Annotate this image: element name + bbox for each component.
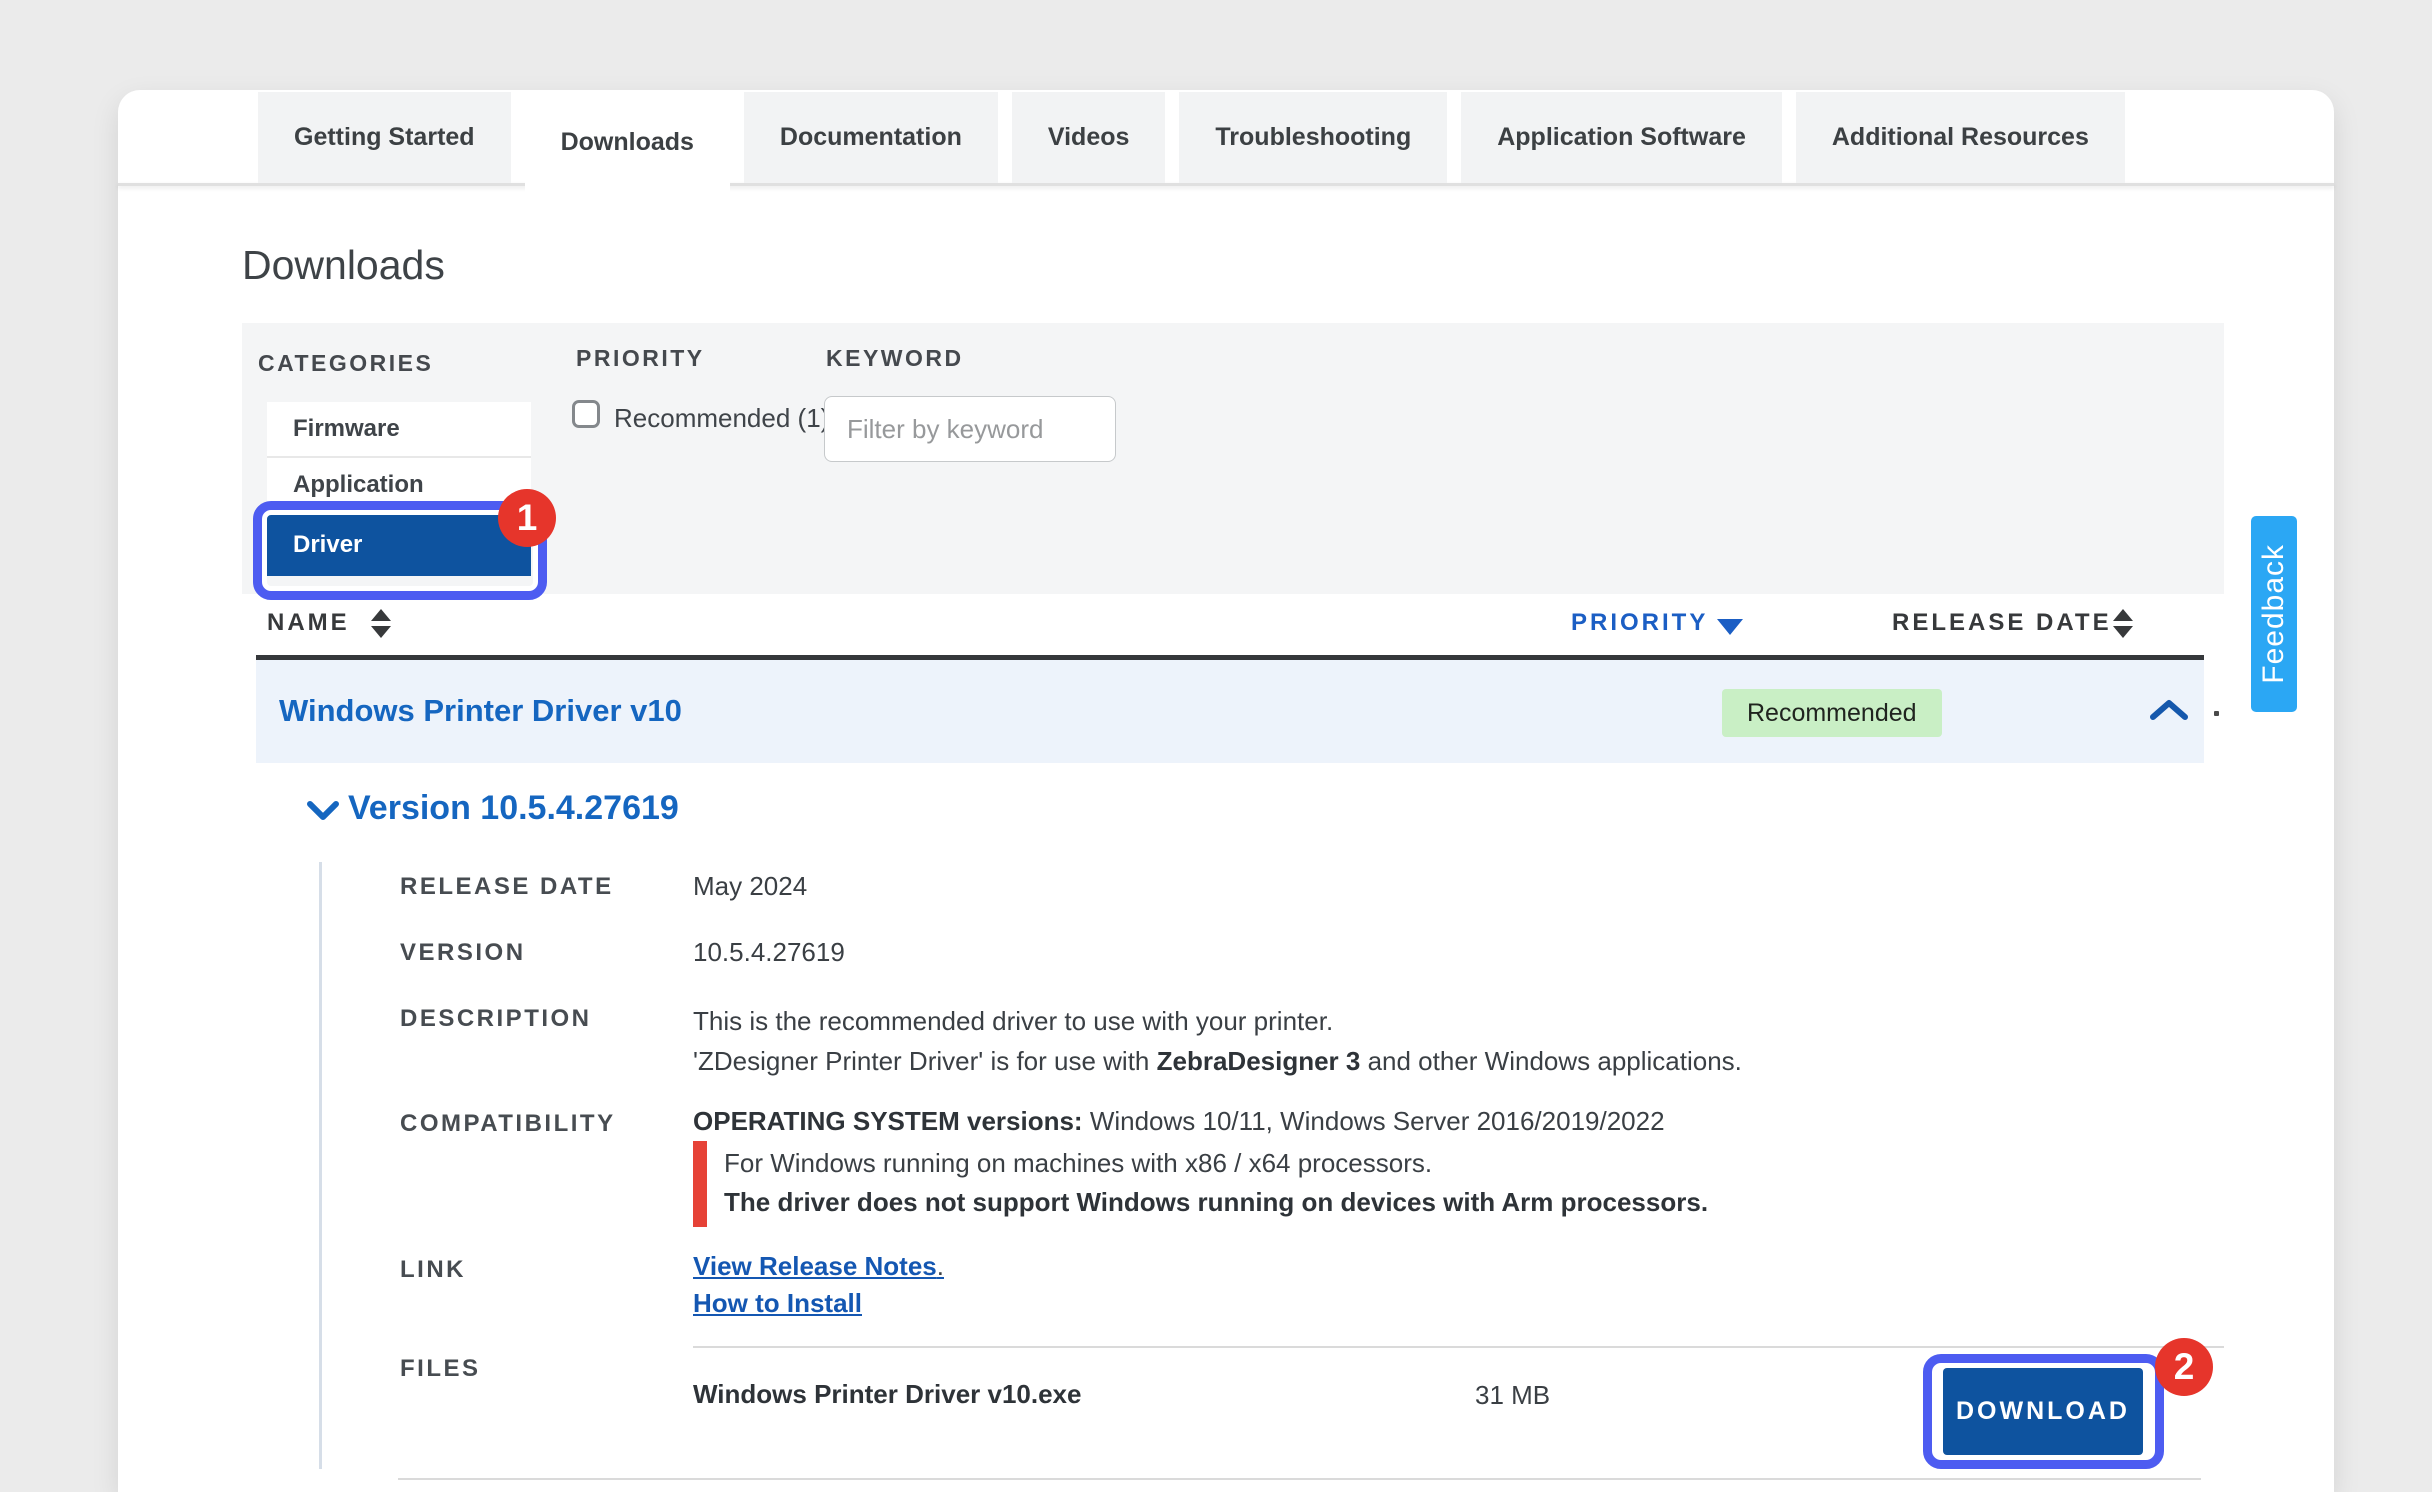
driver-row-title-link[interactable]: Windows Printer Driver v10 bbox=[279, 693, 682, 729]
recommended-badge: Recommended bbox=[1722, 689, 1942, 737]
architecture-note: For Windows running on machines with x86… bbox=[693, 1141, 1793, 1227]
name-sort-icon[interactable] bbox=[371, 609, 391, 638]
feedback-tab[interactable]: Feedback bbox=[2251, 516, 2297, 712]
version-value: 10.5.4.27619 bbox=[693, 937, 845, 968]
annotation-step-2-badge: 2 bbox=[2155, 1338, 2213, 1396]
page-title: Downloads bbox=[242, 242, 445, 289]
column-header-priority[interactable]: PRIORITY bbox=[1571, 609, 1708, 637]
files-section-divider bbox=[693, 1346, 2224, 1348]
architecture-note-line-2: The driver does not support Windows runn… bbox=[724, 1183, 1793, 1222]
collapse-chevron-up-icon[interactable] bbox=[2149, 698, 2189, 722]
category-item-driver[interactable]: Driver bbox=[267, 514, 531, 576]
files-field-label: FILES bbox=[400, 1355, 481, 1383]
sort-down-arrow-icon bbox=[2113, 626, 2133, 638]
file-name: Windows Printer Driver v10.exe bbox=[693, 1379, 1081, 1410]
release-date-sort-icon[interactable] bbox=[2113, 609, 2133, 638]
tab-documentation[interactable]: Documentation bbox=[744, 92, 998, 183]
version-chevron-down-icon[interactable] bbox=[306, 800, 340, 821]
priority-label: PRIORITY bbox=[576, 345, 705, 372]
view-release-notes-link[interactable]: View Release Notes. bbox=[693, 1251, 944, 1282]
compatibility-field-label: COMPATIBILITY bbox=[400, 1110, 616, 1138]
feedback-tab-label: Feedback bbox=[2257, 544, 2291, 684]
category-item-firmware[interactable]: Firmware bbox=[267, 402, 531, 458]
content-card: Getting Started Downloads Documentation … bbox=[118, 90, 2334, 1492]
version-section-rule bbox=[319, 862, 322, 1469]
description-line-2: 'ZDesigner Printer Driver' is for use wi… bbox=[693, 1041, 1742, 1081]
description-line-1: This is the recommended driver to use wi… bbox=[693, 1001, 1742, 1041]
sort-up-arrow-icon bbox=[371, 609, 391, 621]
download-button[interactable]: DOWNLOAD bbox=[1943, 1368, 2143, 1455]
how-to-install-link[interactable]: How to Install bbox=[693, 1288, 862, 1319]
recommended-checkbox[interactable] bbox=[572, 400, 600, 428]
tab-application-software[interactable]: Application Software bbox=[1461, 92, 1782, 183]
stray-dot bbox=[2214, 711, 2219, 716]
link-field-label: LINK bbox=[400, 1256, 466, 1284]
tab-getting-started[interactable]: Getting Started bbox=[258, 92, 511, 183]
description-field-label: DESCRIPTION bbox=[400, 1005, 592, 1033]
column-header-release-date[interactable]: RELEASE DATE bbox=[1892, 609, 2112, 637]
categories-list: Firmware Application Driver bbox=[267, 402, 531, 576]
categories-label: CATEGORIES bbox=[258, 350, 433, 377]
filter-panel: CATEGORIES Firmware Application Driver 1… bbox=[242, 323, 2224, 594]
file-size: 31 MB bbox=[1475, 1380, 1550, 1411]
architecture-note-line-1: For Windows running on machines with x86… bbox=[724, 1144, 1793, 1183]
release-date-field-label: RELEASE DATE bbox=[400, 873, 614, 901]
compatibility-os-line: OPERATING SYSTEM versions: Windows 10/11… bbox=[693, 1106, 1665, 1137]
version-field-label: VERSION bbox=[400, 939, 526, 967]
release-notes-period: . bbox=[937, 1251, 944, 1281]
section-bottom-divider bbox=[398, 1478, 2201, 1480]
column-header-name[interactable]: NAME bbox=[267, 609, 350, 637]
version-heading[interactable]: Version 10.5.4.27619 bbox=[348, 789, 679, 828]
driver-result-row: Windows Printer Driver v10 Recommended bbox=[256, 660, 2204, 763]
tab-bar: Getting Started Downloads Documentation … bbox=[258, 92, 2125, 192]
category-item-application[interactable]: Application bbox=[267, 458, 531, 514]
tab-additional-resources[interactable]: Additional Resources bbox=[1796, 92, 2125, 183]
description-value: This is the recommended driver to use wi… bbox=[693, 1001, 1742, 1081]
tab-downloads[interactable]: Downloads bbox=[525, 92, 730, 192]
annotation-step-1-badge: 1 bbox=[498, 489, 556, 547]
recommended-checkbox-label[interactable]: Recommended (1) bbox=[614, 403, 829, 434]
keyword-label: KEYWORD bbox=[826, 345, 964, 372]
tab-troubleshooting[interactable]: Troubleshooting bbox=[1179, 92, 1447, 183]
sort-down-arrow-icon bbox=[371, 626, 391, 638]
tab-videos[interactable]: Videos bbox=[1012, 92, 1166, 183]
release-date-value: May 2024 bbox=[693, 871, 807, 902]
sort-up-arrow-icon bbox=[2113, 609, 2133, 621]
priority-sort-down-icon[interactable] bbox=[1717, 619, 1743, 635]
keyword-input[interactable] bbox=[824, 396, 1116, 462]
